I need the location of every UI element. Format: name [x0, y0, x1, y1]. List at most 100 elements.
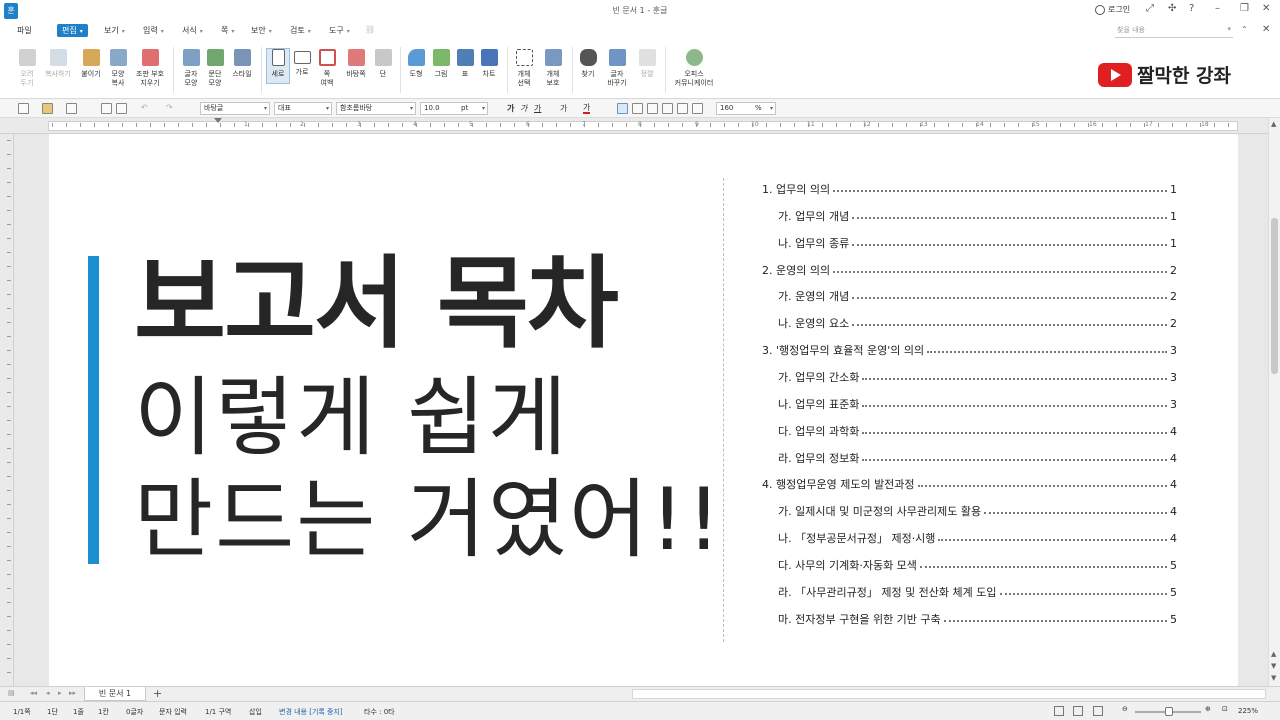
find-button[interactable]: 찾기 — [578, 49, 598, 79]
vertical-ruler[interactable] — [0, 134, 14, 686]
link-icon[interactable]: ⛓ — [365, 25, 375, 34]
tab-list-icon[interactable]: ▤ — [8, 689, 15, 697]
master-page-button[interactable]: 바탕쪽 — [343, 49, 369, 79]
vertical-scrollbar[interactable]: ▲ ▲ ▼ ▼ — [1268, 118, 1280, 686]
select-object-button[interactable]: 개체 선택 — [512, 49, 536, 88]
minimize-icon[interactable]: – — [1215, 3, 1220, 14]
clear-code-button[interactable]: 조판 부호 지우기 — [134, 49, 166, 88]
language-select[interactable]: 대표 ▾ — [274, 102, 332, 115]
align-divide-icon[interactable] — [692, 103, 703, 114]
margin-button[interactable]: 쪽 여백 — [317, 49, 337, 88]
horizontal-ruler[interactable]: 123456789101112131415161718 — [0, 118, 1280, 134]
font-color-button[interactable]: 가 — [583, 103, 591, 114]
next-tab-icon[interactable]: ▸ — [58, 689, 62, 697]
landscape-button[interactable]: 가로 — [292, 49, 312, 77]
scroll-thumb[interactable] — [1271, 218, 1278, 374]
chevron-down-icon[interactable]: ▾ — [1227, 25, 1231, 33]
close-document-icon[interactable]: ✕ — [1262, 24, 1270, 35]
style-button[interactable]: 스타일 — [229, 49, 255, 79]
horizontal-scrollbar[interactable] — [632, 689, 1266, 699]
toc-entry[interactable]: 나. 업무의 종류 1 — [778, 234, 1177, 252]
redo-icon[interactable]: ↷ — [166, 103, 173, 112]
strikethrough-button[interactable]: 가 — [560, 103, 567, 114]
align-justify-icon[interactable] — [617, 103, 628, 114]
menu-edit[interactable]: 편집 ▾ — [57, 24, 88, 37]
toc-entry[interactable]: 가. 업무의 간소화 3 — [778, 368, 1177, 386]
italic-button[interactable]: 가 — [520, 103, 527, 114]
toc-entry[interactable]: 가. 운영의 개념 2 — [778, 287, 1177, 305]
toc-entry[interactable]: 라. 「사무관리규정」 제정 및 전산화 체계 도입 5 — [778, 583, 1177, 601]
shape-button[interactable]: 도형 — [405, 49, 427, 79]
toc-entry[interactable]: 2. 운영의 의의 2 — [762, 261, 1177, 279]
status-insert[interactable]: 삽입 — [249, 707, 262, 717]
new-document-icon[interactable] — [18, 103, 29, 114]
toc-entry[interactable]: 나. 업무의 표준화 3 — [778, 395, 1177, 413]
first-tab-icon[interactable]: ◂◂ — [30, 689, 37, 697]
menu-format[interactable]: 서식 ▾ — [182, 25, 203, 36]
open-folder-icon[interactable] — [42, 103, 53, 114]
toc-entry[interactable]: 나. 「정부공문서규정」 제정·시행 4 — [778, 529, 1177, 547]
login-button[interactable]: 로그인 — [1095, 4, 1130, 15]
toc-entry[interactable]: 다. 업무의 과학화 4 — [778, 422, 1177, 440]
underline-button[interactable]: 가 — [534, 103, 541, 114]
bold-button[interactable]: 가 — [507, 103, 514, 114]
cut-button[interactable]: 오려 두기 — [17, 49, 37, 88]
page-view-icon[interactable] — [1054, 706, 1064, 716]
para-shape-button[interactable]: 문단 모양 — [205, 49, 225, 88]
protect-object-button[interactable]: 개체 보호 — [541, 49, 565, 88]
table-button[interactable]: 표 — [455, 49, 475, 79]
copy-button[interactable]: 복사하기 — [42, 49, 74, 79]
zoom-out-icon[interactable]: ⊖ — [1122, 705, 1128, 713]
toc-entry[interactable]: 3. '행정업무의 효율적 운영'의 의의 3 — [762, 341, 1177, 359]
zoom-slider-knob[interactable] — [1165, 707, 1173, 716]
columns-button[interactable]: 단 — [374, 49, 392, 79]
collapse-ribbon-icon[interactable]: ⌃ — [1241, 25, 1248, 34]
align-right-icon[interactable] — [662, 103, 673, 114]
menu-view[interactable]: 보기 ▾ — [104, 25, 125, 36]
add-tab-button[interactable]: + — [153, 687, 162, 700]
zoom-in-icon[interactable]: ⊕ — [1205, 705, 1211, 713]
fullscreen-icon[interactable]: ⤢ — [1146, 3, 1154, 14]
font-size-select[interactable]: 10.0 pt ▾ — [420, 102, 488, 115]
menu-security[interactable]: 보안 ▾ — [251, 25, 272, 36]
align-left-icon[interactable] — [632, 103, 643, 114]
web-view-icon[interactable] — [1073, 706, 1083, 716]
restore-icon[interactable]: ❐ — [1240, 3, 1249, 14]
scroll-down-icon[interactable]: ▼ — [1271, 662, 1276, 670]
toc-entry[interactable]: 1. 업무의 의의 1 — [762, 180, 1177, 198]
prev-tab-icon[interactable]: ◂ — [46, 689, 50, 697]
style-select[interactable]: 바탕글 ▾ — [200, 102, 270, 115]
scroll-down-icon[interactable]: ▼ — [1271, 674, 1276, 682]
undo-icon[interactable]: ↶ — [141, 103, 148, 112]
toc-entry[interactable]: 마. 전자정부 구현을 위한 기반 구축 5 — [778, 610, 1177, 628]
zoom-fit-icon[interactable]: ⊡ — [1222, 705, 1228, 713]
print-icon[interactable] — [101, 103, 112, 114]
menu-insert[interactable]: 입력 ▾ — [143, 25, 164, 36]
toc-entry[interactable]: 가. 업무의 개념 1 — [778, 207, 1177, 225]
sort-button[interactable]: 정렬 — [637, 49, 657, 79]
menu-file[interactable]: 파일 — [17, 25, 32, 36]
full-view-icon[interactable] — [1093, 706, 1103, 716]
scroll-up-icon[interactable]: ▲ — [1271, 650, 1276, 658]
last-tab-icon[interactable]: ▸▸ — [69, 689, 76, 697]
portrait-button[interactable]: 세로 — [266, 48, 290, 84]
communicator-button[interactable]: 오피스 커뮤니케이터 — [671, 49, 717, 88]
status-zoom[interactable]: 225% — [1238, 707, 1258, 715]
status-page[interactable]: 1/1쪽 — [13, 707, 31, 717]
search-input[interactable]: 찾을 내용 ▾ — [1115, 25, 1233, 38]
menu-page[interactable]: 쪽 ▾ — [221, 25, 234, 36]
char-shape-button[interactable]: 글자 모양 — [181, 49, 201, 88]
format-painter-button[interactable]: 모양 복사 — [108, 49, 128, 88]
help-icon[interactable]: ? — [1189, 3, 1194, 14]
toc-entry[interactable]: 가. 일제시대 및 미군정의 사무관리제도 활용 4 — [778, 502, 1177, 520]
pin-icon[interactable]: ✣ — [1168, 3, 1176, 14]
scroll-up-icon[interactable]: ▲ — [1271, 120, 1276, 128]
align-center-icon[interactable] — [647, 103, 658, 114]
tab-document[interactable]: 빈 문서 1 — [84, 687, 146, 701]
font-select[interactable]: 함초롬바탕 ▾ — [336, 102, 416, 115]
toc-entry[interactable]: 4. 행정업무운영 제도의 발전과정 4 — [762, 475, 1177, 493]
menu-tools[interactable]: 도구 ▾ — [329, 25, 350, 36]
zoom-select[interactable]: 160% ▾ — [716, 102, 776, 115]
picture-button[interactable]: 그림 — [431, 49, 451, 79]
toc-entry[interactable]: 다. 사무의 기계화·자동화 모색 5 — [778, 556, 1177, 574]
